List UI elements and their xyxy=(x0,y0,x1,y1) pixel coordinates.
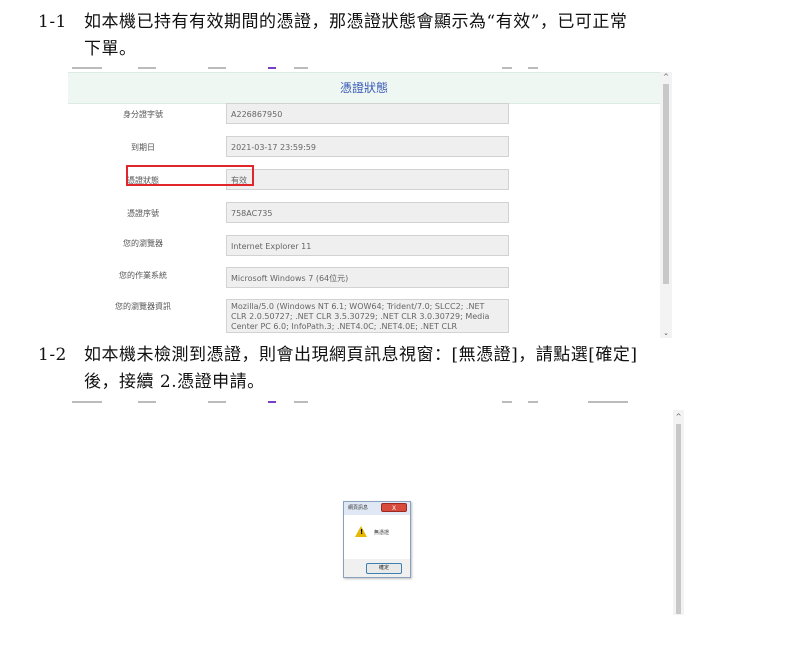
value-user-agent[interactable]: Mozilla/5.0 (Windows NT 6.1; WOW64; Trid… xyxy=(226,299,509,333)
step-1-1: 1-1 如本機已持有有效期間的憑證，那憑證狀態會顯示為“有效”，已可正常 下單。 xyxy=(38,9,627,63)
chevron-up-icon[interactable]: ^ xyxy=(660,72,672,82)
value-expiry-date: 2021-03-17 23:59:59 xyxy=(226,136,509,157)
value-id-number: A226867950 xyxy=(226,103,509,124)
label-operating-system: 您的作業系統 xyxy=(119,271,167,280)
cropped-toolbar-edge xyxy=(68,400,684,405)
scrollbar-thumb[interactable] xyxy=(676,424,681,614)
dialog-message: 無憑證 xyxy=(374,530,390,536)
page-scrollbar[interactable]: ^ ⌄ xyxy=(660,72,672,338)
label-expiry-date: 到期日 xyxy=(131,143,155,152)
label-browser: 您的瀏覽器 xyxy=(123,239,163,248)
step-text-line2: 下單。 xyxy=(84,39,137,59)
close-button[interactable]: X xyxy=(381,503,407,512)
status-highlight-box xyxy=(126,165,254,186)
chevron-down-icon[interactable]: ⌄ xyxy=(660,328,672,338)
dialog-body: ! 無憑證 xyxy=(344,515,410,559)
panel-header: 憑證狀態 xyxy=(68,72,660,104)
certificate-status-screenshot: 憑證狀態 身分證字號 A226867950 到期日 2021-03-17 23:… xyxy=(68,66,672,338)
web-message-dialog: 網頁訊息 X ! 無憑證 確定 xyxy=(343,501,411,578)
step-number: 1-2 xyxy=(38,345,67,365)
ok-button[interactable]: 確定 xyxy=(366,563,402,574)
step-1-2: 1-2 如本機未檢測到憑證，則會出現網頁訊息視窗：[無憑證]，請點選[確定] 後，… xyxy=(38,342,638,396)
no-certificate-screenshot: ^ 網頁訊息 X ! 無憑證 確定 xyxy=(68,400,684,615)
dialog-titlebar: 網頁訊息 X xyxy=(344,502,410,516)
step-text-line1: 如本機已持有有效期間的憑證，那憑證狀態會顯示為“有效”，已可正常 xyxy=(84,12,628,32)
step-text-line2: 後，接續 2.憑證申請。 xyxy=(84,372,265,392)
warning-icon: ! xyxy=(355,526,367,537)
label-id-number: 身分證字號 xyxy=(123,110,163,119)
cropped-toolbar-edge xyxy=(68,66,672,71)
label-user-agent: 您的瀏覽器資訊 xyxy=(115,302,171,311)
chevron-up-icon[interactable]: ^ xyxy=(673,412,684,422)
value-browser: Internet Explorer 11 xyxy=(226,235,509,256)
dialog-title: 網頁訊息 xyxy=(348,505,369,511)
scrollbar-thumb[interactable] xyxy=(663,84,669,284)
value-operating-system: Microsoft Windows 7 (64位元) xyxy=(226,267,509,288)
value-certificate-status: 有效 xyxy=(226,169,509,190)
step-number: 1-1 xyxy=(38,12,67,32)
label-serial-number: 憑證序號 xyxy=(127,209,159,218)
value-serial-number: 758AC735 xyxy=(226,202,509,223)
step-text-line1: 如本機未檢測到憑證，則會出現網頁訊息視窗：[無憑證]，請點選[確定] xyxy=(84,345,638,365)
page-scrollbar[interactable]: ^ xyxy=(673,410,684,615)
